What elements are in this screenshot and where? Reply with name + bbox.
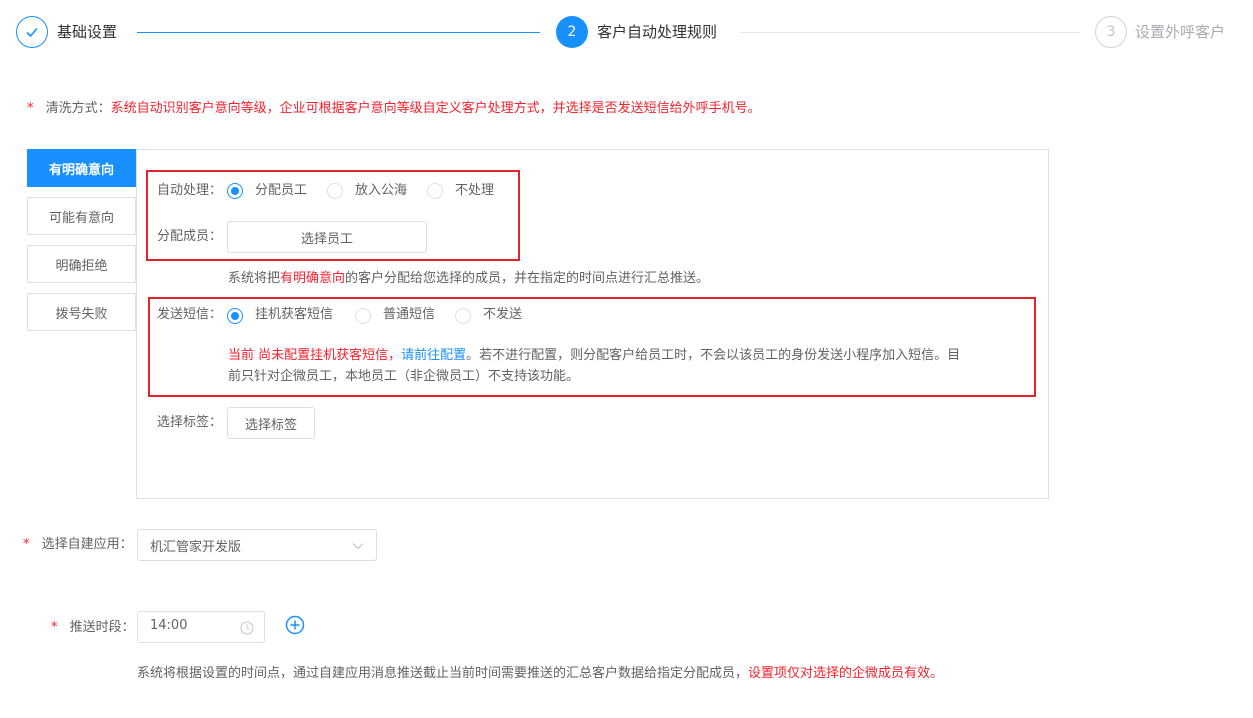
required-star: * — [27, 101, 34, 116]
required-star: * — [51, 620, 58, 635]
select-tag-button[interactable]: 选择标签 — [227, 407, 315, 439]
radio-no-sms-label[interactable]: 不发送 — [483, 305, 522, 325]
step-2-active: 2 — [556, 16, 588, 48]
assign-hint-pre: 系统将把 — [228, 271, 281, 286]
radio-public-pool-label[interactable]: 放入公海 — [355, 181, 407, 201]
sms-warning-red: 当前 尚未配置挂机获客短信， — [228, 348, 402, 363]
step-1-line — [137, 32, 540, 33]
radio-public-pool[interactable] — [327, 183, 343, 199]
check-icon — [26, 27, 38, 38]
sms-label: 发送短信： — [157, 307, 223, 322]
push-row-label: * 推送时段： — [51, 618, 135, 638]
step-1-done — [16, 16, 48, 48]
app-row-label: * 选择自建应用： — [23, 535, 133, 555]
radio-assign-staff-label[interactable]: 分配员工 — [255, 181, 307, 201]
step-2-title: 客户自动处理规则 — [597, 23, 718, 41]
step-3-wait: 3 — [1095, 16, 1127, 48]
radio-no-process-label[interactable]: 不处理 — [455, 181, 494, 201]
push-note-red: 设置项仅对选择的企微成员有效。 — [748, 666, 944, 681]
assign-hint-post: 的客户分配给您选择的成员，并在指定的时间点进行汇总推送。 — [345, 271, 710, 286]
radio-no-process[interactable] — [427, 183, 443, 199]
radio-no-sms[interactable] — [455, 308, 471, 324]
radio-normal-sms[interactable] — [355, 308, 371, 324]
select-tag-label: 选择标签： — [157, 415, 223, 430]
app-select-value: 机汇管家开发版 — [150, 540, 242, 555]
assign-hint-highlight: 有明确意向 — [280, 271, 346, 286]
radio-assign-staff[interactable] — [227, 183, 243, 199]
push-label: 推送时段： — [69, 620, 135, 635]
required-star: * — [23, 537, 30, 552]
wash-row: * 清洗方式：系统自动识别客户意向等级，企业可根据客户意向等级自定义客户处理方式… — [27, 99, 761, 119]
assign-member-label: 分配成员： — [157, 229, 223, 244]
app-label: 选择自建应用： — [41, 537, 133, 552]
sms-config-link[interactable]: 请前往配置 — [401, 348, 466, 363]
chevron-down-icon — [352, 543, 364, 550]
assign-hint: 系统将把有明确意向的客户分配给您选择的成员，并在指定的时间点进行汇总推送。 — [228, 269, 709, 289]
tab-clear-intent[interactable]: 有明确意向 — [27, 149, 136, 187]
auto-process-label: 自动处理： — [157, 183, 223, 198]
sms-warning-line2: 前只针对企微员工，本地员工（非企微员工）不支持该功能。 — [228, 369, 580, 384]
select-staff-button[interactable]: 选择员工 — [227, 221, 427, 253]
tab-clear-reject[interactable]: 明确拒绝 — [27, 245, 136, 283]
wash-label: 清洗方式： — [45, 101, 111, 116]
step-3-title: 设置外呼客户 — [1135, 23, 1226, 41]
radio-hangup-sms[interactable] — [227, 308, 243, 324]
step-1-title: 基础设置 — [57, 23, 118, 41]
tab-dial-failed[interactable]: 拨号失败 — [27, 293, 136, 331]
push-time-input[interactable]: 14:00 — [137, 611, 265, 643]
wash-description: 系统自动识别客户意向等级，企业可根据客户意向等级自定义客户处理方式，并选择是否发… — [110, 101, 761, 116]
tab-possible-intent[interactable]: 可能有意向 — [27, 197, 136, 235]
app-select[interactable]: 机汇管家开发版 — [137, 529, 377, 561]
push-note-text: 系统将根据设置的时间点，通过自建应用消息推送截止当前时间需要推送的汇总客户数据给… — [137, 666, 749, 681]
sms-warning-line1: 当前 尚未配置挂机获客短信，请前往配置。若不进行配置，则分配客户给员工时，不会以… — [228, 346, 960, 366]
push-time-value: 14:00 — [150, 618, 188, 633]
radio-normal-sms-label[interactable]: 普通短信 — [383, 305, 435, 325]
sms-warning-text: 。若不进行配置，则分配客户给员工时，不会以该员工的身份发送小程序加入短信。目 — [466, 348, 961, 363]
add-time-icon[interactable] — [285, 615, 305, 635]
push-note: 系统将根据设置的时间点，通过自建应用消息推送截止当前时间需要推送的汇总客户数据给… — [137, 664, 943, 684]
step-2-line — [740, 32, 1080, 33]
radio-hangup-sms-label[interactable]: 挂机获客短信 — [255, 305, 333, 325]
clock-icon — [240, 621, 254, 635]
